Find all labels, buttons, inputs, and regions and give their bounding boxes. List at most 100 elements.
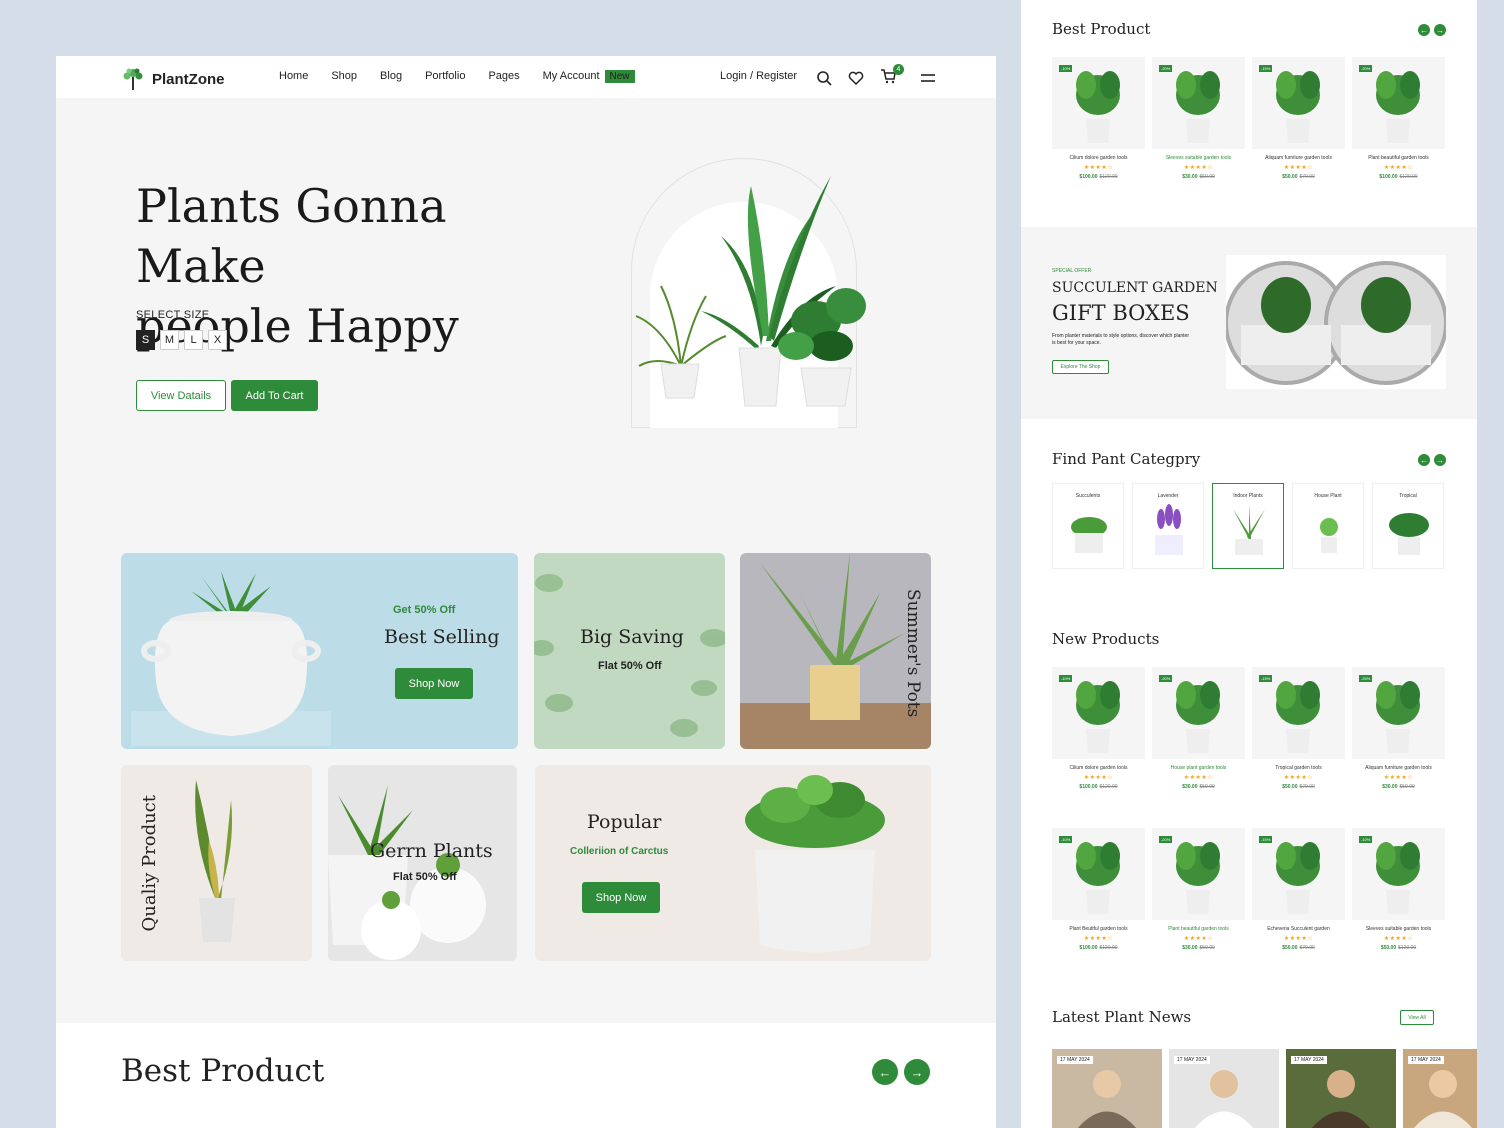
price-current: $100.00 xyxy=(1379,174,1398,180)
size-selector: S M L X xyxy=(136,330,227,350)
price-current: $50.00 xyxy=(1282,174,1298,180)
product-card[interactable]: -10% Cilium dolore garden tools ★★★★☆ $100.… xyxy=(1052,57,1145,180)
arrow-right-icon[interactable]: → xyxy=(1434,24,1446,36)
logo[interactable]: PlantZone xyxy=(120,66,225,92)
nav-shop[interactable]: Shop xyxy=(331,70,357,83)
hero-plants-image xyxy=(635,176,866,407)
product-name[interactable]: Cilium dolore garden tools xyxy=(1052,155,1145,161)
rp-best-product-title: Best Product xyxy=(1052,20,1151,38)
summers-pots-card[interactable]: Summer's Pots xyxy=(740,553,931,749)
product-card[interactable]: -10% Sleeves suitable garden tools ★★★★☆ $5… xyxy=(1352,828,1445,951)
category-succulents[interactable]: Succulents xyxy=(1052,483,1124,569)
product-name[interactable]: Cilium dolore garden tools xyxy=(1052,765,1145,771)
category-tropical[interactable]: Tropical xyxy=(1372,483,1444,569)
view-details-button[interactable]: View Datails xyxy=(136,380,226,411)
popular-title: Popular xyxy=(587,811,662,833)
product-image: -25% xyxy=(1352,667,1445,759)
product-image: -10% xyxy=(1052,57,1145,149)
product-name[interactable]: Aliquam furniture garden tools xyxy=(1352,765,1445,771)
product-name[interactable]: Sleeves suitable garden tools xyxy=(1352,926,1445,932)
product-card[interactable]: -10% Cilium dolore garden tools ★★★★☆ $100.… xyxy=(1052,667,1145,790)
menu-icon[interactable] xyxy=(920,70,936,86)
product-name[interactable]: House plant garden tools xyxy=(1152,765,1245,771)
product-card[interactable]: -20% House plant garden tools ★★★★☆ $30.00 $… xyxy=(1152,667,1245,790)
price-old: $70.00 xyxy=(1299,174,1315,180)
category-house-plant[interactable]: House Plant xyxy=(1292,483,1364,569)
product-card[interactable]: -20% Plant beautiful garden tools ★★★★☆ $10… xyxy=(1352,57,1445,180)
product-card[interactable]: -15% Aliquam furniture garden tools ★★★★☆ $… xyxy=(1252,57,1345,180)
price-current: $100.00 xyxy=(1079,174,1098,180)
discount-badge: -25% xyxy=(1359,675,1373,682)
arrow-right-icon[interactable]: → xyxy=(904,1059,930,1085)
category-indoor-plants[interactable]: Indoor Plants xyxy=(1212,483,1284,569)
popular-shop-now-button[interactable]: Shop Now xyxy=(582,882,660,913)
product-rating: ★★★★☆ xyxy=(1083,165,1114,171)
nav-my-account[interactable]: My Account xyxy=(543,70,600,83)
main-menu: Home Shop Blog Portfolio Pages My Accoun… xyxy=(279,70,658,83)
size-m[interactable]: M xyxy=(160,330,179,350)
arrow-left-icon[interactable]: ← xyxy=(1418,454,1430,466)
search-icon[interactable] xyxy=(816,70,832,86)
arrow-left-icon[interactable]: ← xyxy=(872,1059,898,1085)
product-card[interactable]: -20% Sleeves suitable garden tools ★★★★☆ $3… xyxy=(1152,57,1245,180)
heart-icon[interactable] xyxy=(848,70,864,86)
news-view-all-button[interactable]: View All xyxy=(1400,1010,1434,1025)
product-name[interactable]: Plant beautiful garden tools xyxy=(1352,155,1445,161)
product-price: $50.00 $70.00 xyxy=(1252,945,1345,951)
arrow-left-icon[interactable]: ← xyxy=(1418,24,1430,36)
hero-title-line1: Plants Gonna Make xyxy=(136,179,447,293)
news-card-4[interactable]: 17 MAY 2024 xyxy=(1403,1049,1477,1128)
category-lavender[interactable]: Lavender xyxy=(1132,483,1204,569)
price-current: $30.00 xyxy=(1182,174,1198,180)
size-s[interactable]: S xyxy=(136,330,155,350)
size-x[interactable]: X xyxy=(208,330,227,350)
gerrn-plants-sub: Flat 50% Off xyxy=(393,871,457,883)
nav-portfolio[interactable]: Portfolio xyxy=(425,70,465,83)
news-card-2[interactable]: 17 MAY 2024 xyxy=(1169,1049,1279,1128)
rp-category-arrows: ← → xyxy=(1418,454,1446,466)
nav-home[interactable]: Home xyxy=(279,70,308,83)
size-l[interactable]: L xyxy=(184,330,203,350)
add-to-cart-button[interactable]: Add To Cart xyxy=(231,380,318,411)
product-name[interactable]: Sleeves suitable garden tools xyxy=(1152,155,1245,161)
best-selling-shop-now-button[interactable]: Shop Now xyxy=(395,668,473,699)
big-saving-card[interactable]: Big Saving Flat 50% Off xyxy=(534,553,725,749)
product-card[interactable]: -20% Plant beautiful garden tools ★★★★☆ $30… xyxy=(1152,828,1245,951)
product-name[interactable]: Echeveria Succulent garden xyxy=(1252,926,1345,932)
white-pots-image xyxy=(328,785,486,960)
product-price: $100.00 $120.00 xyxy=(1352,174,1445,180)
nav-pages[interactable]: Pages xyxy=(488,70,519,83)
product-name[interactable]: Tropical garden tools xyxy=(1252,765,1345,771)
discount-badge: -15% xyxy=(1259,675,1273,682)
product-rating: ★★★★☆ xyxy=(1283,775,1314,781)
product-name[interactable]: Plant Beutiful garden tools xyxy=(1052,926,1145,932)
best-selling-kicker: Get 50% Off xyxy=(393,604,456,616)
news-card-3[interactable]: 17 MAY 2024 xyxy=(1286,1049,1396,1128)
login-register-link[interactable]: Login / Register xyxy=(720,70,797,82)
popular-card[interactable]: Popular Colleriion of Carctus Shop Now xyxy=(535,765,931,961)
new-badge: New xyxy=(604,70,635,83)
discount-badge: -15% xyxy=(1259,65,1273,72)
product-card[interactable]: -15% Tropical garden tools ★★★★☆ $50.00 $70.… xyxy=(1252,667,1345,790)
product-card[interactable]: -15% Echeveria Succulent garden ★★★★☆ $50.0… xyxy=(1252,828,1345,951)
product-name[interactable]: Plant beautiful garden tools xyxy=(1152,926,1245,932)
price-old: $120.00 xyxy=(1099,945,1118,951)
cart-button[interactable]: 4 xyxy=(880,64,904,87)
discount-badge: -10% xyxy=(1359,836,1373,843)
nav-blog[interactable]: Blog xyxy=(380,70,402,83)
product-card[interactable]: -10% Plant Beutiful garden tools ★★★★☆ $100… xyxy=(1052,828,1145,951)
product-image: -20% xyxy=(1152,828,1245,920)
price-current: $50.00 xyxy=(1282,784,1298,790)
product-price: $50.00 $70.00 xyxy=(1252,784,1345,790)
best-product-section: Best Product ← → xyxy=(56,1023,996,1128)
explore-shop-button[interactable]: Explore The Shop xyxy=(1052,360,1109,374)
gerrn-plants-card[interactable]: Gerrn Plants Flat 50% Off xyxy=(328,765,517,961)
arrow-right-icon[interactable]: → xyxy=(1434,454,1446,466)
best-selling-card[interactable]: Get 50% Off Best Selling Shop Now xyxy=(121,553,518,749)
best-product-arrows: ← → xyxy=(872,1059,930,1085)
product-name[interactable]: Aliquam furniture garden tools xyxy=(1252,155,1345,161)
news-card-1[interactable]: 17 MAY 2024 xyxy=(1052,1049,1162,1128)
product-card[interactable]: -25% Aliquam furniture garden tools ★★★★☆ $… xyxy=(1352,667,1445,790)
lavender-icon xyxy=(1155,504,1183,555)
quality-product-card[interactable]: Qualiy Product xyxy=(121,765,312,961)
